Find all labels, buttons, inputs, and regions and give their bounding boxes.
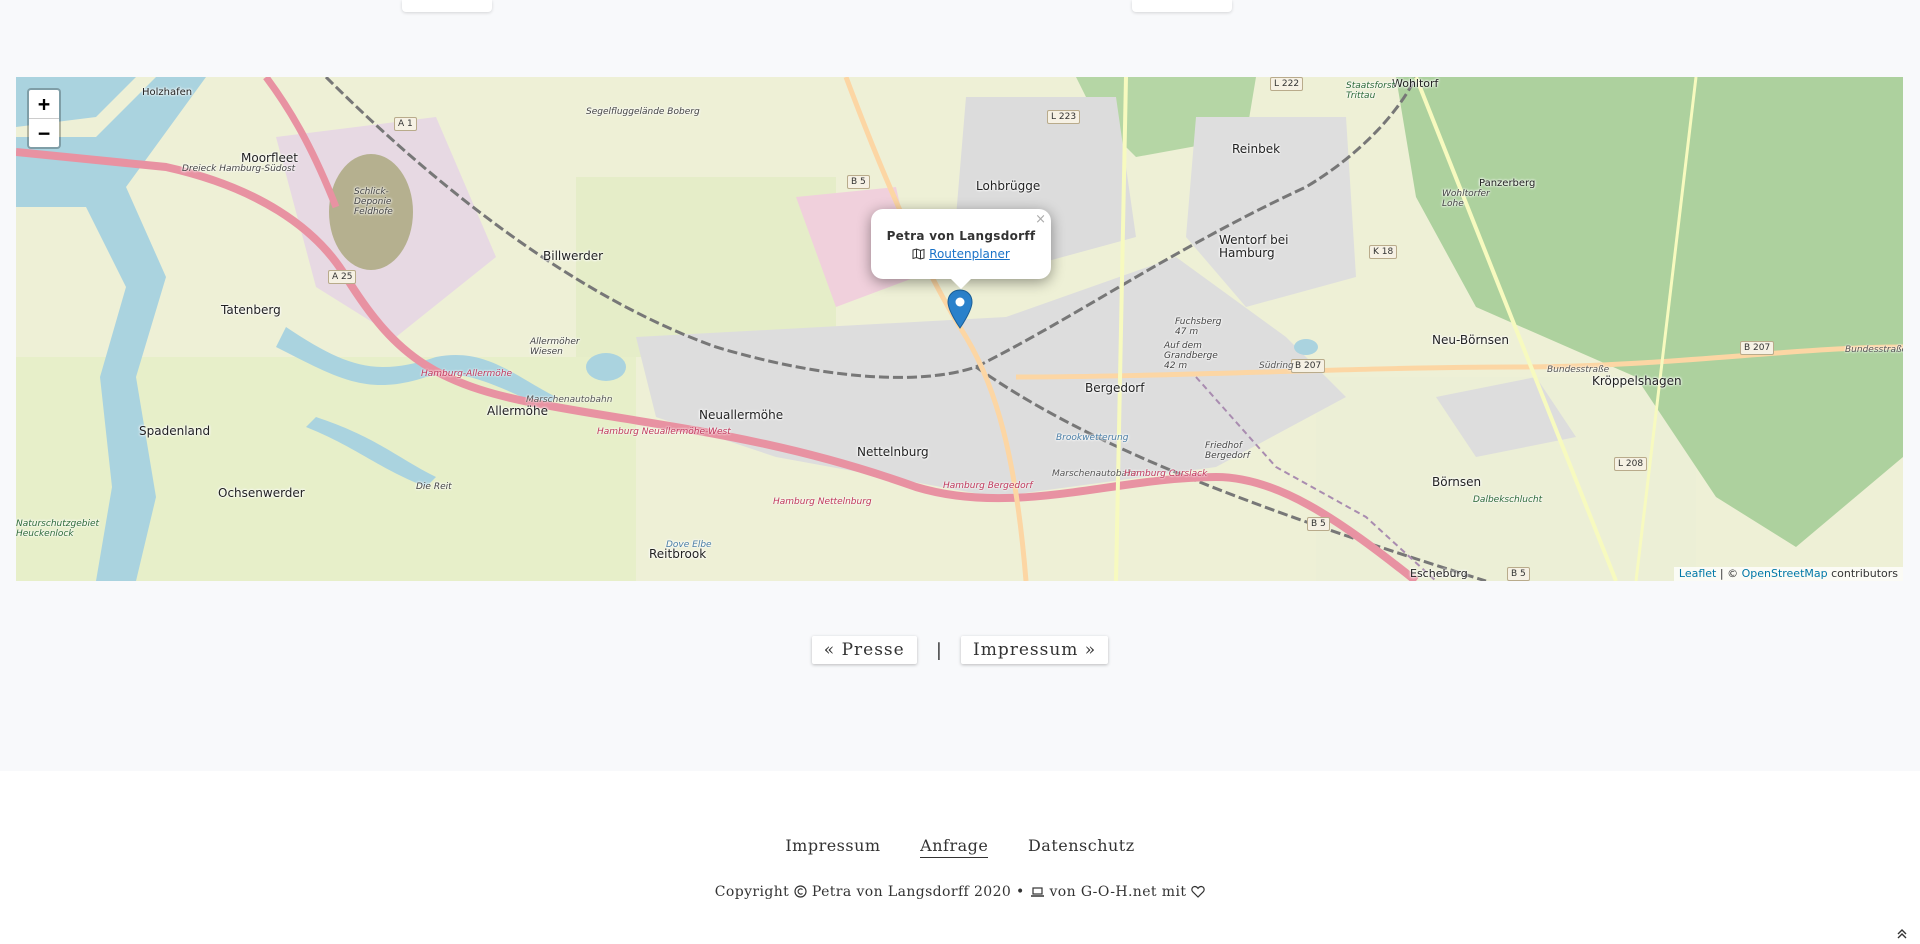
prev-page-button[interactable]: « Presse	[811, 636, 917, 664]
copyright-icon	[794, 885, 807, 898]
map-icon	[912, 248, 925, 260]
map-place-label: Billwerder	[543, 249, 604, 263]
map-feature-label: Wohltorfer Lohe	[1442, 189, 1490, 209]
map-place-label: Lohbrügge	[976, 179, 1041, 193]
road-shield: L 223	[1047, 110, 1081, 124]
zoom-in-button[interactable]: +	[29, 90, 59, 118]
copyright-credit: von G-O-H.net mit	[1049, 884, 1187, 900]
copyright-owner: Petra von Langsdorff 2020 •	[811, 884, 1025, 900]
road-shield: L 208	[1614, 457, 1648, 471]
map-feature-label: Brookwetterung	[1056, 433, 1129, 443]
heart-icon	[1191, 885, 1205, 898]
map-place-label: Allermöhe	[487, 404, 549, 418]
road-label: Hamburg Curslack	[1124, 469, 1208, 479]
road-shield: A 1	[394, 117, 417, 131]
map-attribution: Leaflet | © OpenStreetMap contributors	[1673, 567, 1903, 581]
zoom-control: + −	[27, 88, 61, 149]
road-shield: B 5	[847, 175, 870, 189]
map-place-label: Escheburg	[1410, 567, 1468, 580]
laptop-icon	[1030, 887, 1044, 897]
content-section: Holzhafen Moorfleet Dreieck Hamburg-Südo…	[0, 0, 1920, 771]
road-shield: K 18	[1369, 245, 1398, 259]
map-place-label: Dreieck Hamburg-Südost	[182, 164, 296, 174]
road-label: Hamburg Neuallermöhe-West	[597, 427, 731, 437]
map-place-label: Börnsen	[1432, 475, 1482, 489]
map-tiles[interactable]	[16, 77, 1903, 581]
map-feature-label: Die Reit	[416, 482, 452, 492]
map-feature-label: Allermöher Wiesen	[530, 337, 580, 357]
road-shield: B 5	[1507, 567, 1530, 581]
zoom-out-button[interactable]: −	[29, 118, 59, 147]
map-feature-label: Auf dem Grandberge 42 m	[1164, 341, 1218, 371]
map-place-label: Holzhafen	[142, 87, 193, 98]
map-feature-label: Fuchsberg 47 m	[1175, 317, 1222, 337]
map-place-label: Spadenland	[139, 424, 211, 438]
footer-link-datenschutz[interactable]: Datenschutz	[1028, 836, 1135, 855]
road-shield: B 5	[1307, 517, 1330, 531]
openstreetmap-link[interactable]: OpenStreetMap	[1742, 567, 1828, 580]
road-shield: B 207	[1291, 359, 1326, 373]
map[interactable]: Holzhafen Moorfleet Dreieck Hamburg-Südo…	[16, 77, 1903, 581]
card-stub	[1132, 0, 1232, 12]
map-place-label: Panzerberg	[1479, 178, 1536, 189]
page-pagination: « Presse | Impressum »	[0, 636, 1920, 664]
map-place-label: Kröppelshagen	[1592, 374, 1682, 388]
map-place-label: Bergedorf	[1085, 381, 1145, 395]
road-label: Hamburg Bergedorf	[943, 481, 1033, 491]
map-popup: × Petra von Langsdorff Routenplaner	[871, 209, 1051, 289]
map-place-label: Neuallermöhe	[699, 408, 784, 422]
map-place-label: Wentorf bei Hamburg	[1219, 233, 1289, 260]
road-label: Bundesstraße	[1845, 345, 1903, 355]
footer-nav: Impressum Anfrage Datenschutz	[0, 836, 1920, 858]
road-label: Hamburg-Allermöhe	[421, 369, 513, 379]
map-place-label: Reinbek	[1232, 142, 1281, 156]
back-to-top-icon[interactable]	[1896, 928, 1908, 940]
popup-title: Petra von Langsdorff	[886, 229, 1036, 243]
road-shield: L 222	[1270, 77, 1304, 91]
map-place-label: Neu-Börnsen	[1432, 333, 1510, 347]
map-feature-label: Dalbekschlucht	[1473, 495, 1543, 505]
map-feature-label: Staatsforst Trittau	[1346, 81, 1396, 101]
leaflet-link[interactable]: Leaflet	[1679, 567, 1716, 580]
routenplaner-link[interactable]: Routenplaner	[871, 247, 1051, 261]
map-feature-label: Naturschutzgebiet Heuckenlock	[16, 519, 100, 539]
road-label: Marschenautobahn	[526, 395, 613, 405]
footer-link-impressum[interactable]: Impressum	[785, 836, 880, 855]
routenplaner-label[interactable]: Routenplaner	[929, 247, 1010, 261]
copyright: Copyright Petra von Langsdorff 2020 • vo…	[0, 884, 1920, 900]
map-feature-label: Dove Elbe	[666, 540, 712, 550]
road-shield: A 25	[328, 270, 357, 284]
map-place-label: Ochsenwerder	[218, 486, 305, 500]
attribution-separator: | ©	[1716, 567, 1742, 580]
road-label: Südring	[1259, 361, 1294, 371]
popup-tip	[951, 279, 971, 289]
map-feature-label: Schlick-Deponie Feldhofe	[354, 187, 393, 217]
map-place-label: Moorfleet	[241, 151, 298, 165]
map-place-label: Tatenberg	[221, 303, 281, 317]
map-feature-label: Segelfluggelände Boberg	[586, 107, 700, 117]
copyright-label: Copyright	[714, 884, 790, 900]
attribution-suffix: contributors	[1827, 567, 1898, 580]
road-shield: B 207	[1740, 341, 1775, 355]
card-stub	[402, 0, 492, 12]
map-place-label: Nettelnburg	[857, 445, 929, 459]
map-feature-label: Friedhof Bergedorf	[1205, 441, 1250, 461]
location-marker-icon[interactable]	[947, 289, 973, 329]
footer-link-anfrage[interactable]: Anfrage	[920, 836, 989, 858]
road-label: Hamburg Nettelnburg	[773, 497, 872, 507]
pagination-separator: |	[935, 639, 942, 661]
popup-close-icon[interactable]: ×	[1035, 212, 1046, 227]
road-label: Bundesstraße	[1547, 365, 1610, 375]
next-page-button[interactable]: Impressum »	[960, 636, 1109, 664]
